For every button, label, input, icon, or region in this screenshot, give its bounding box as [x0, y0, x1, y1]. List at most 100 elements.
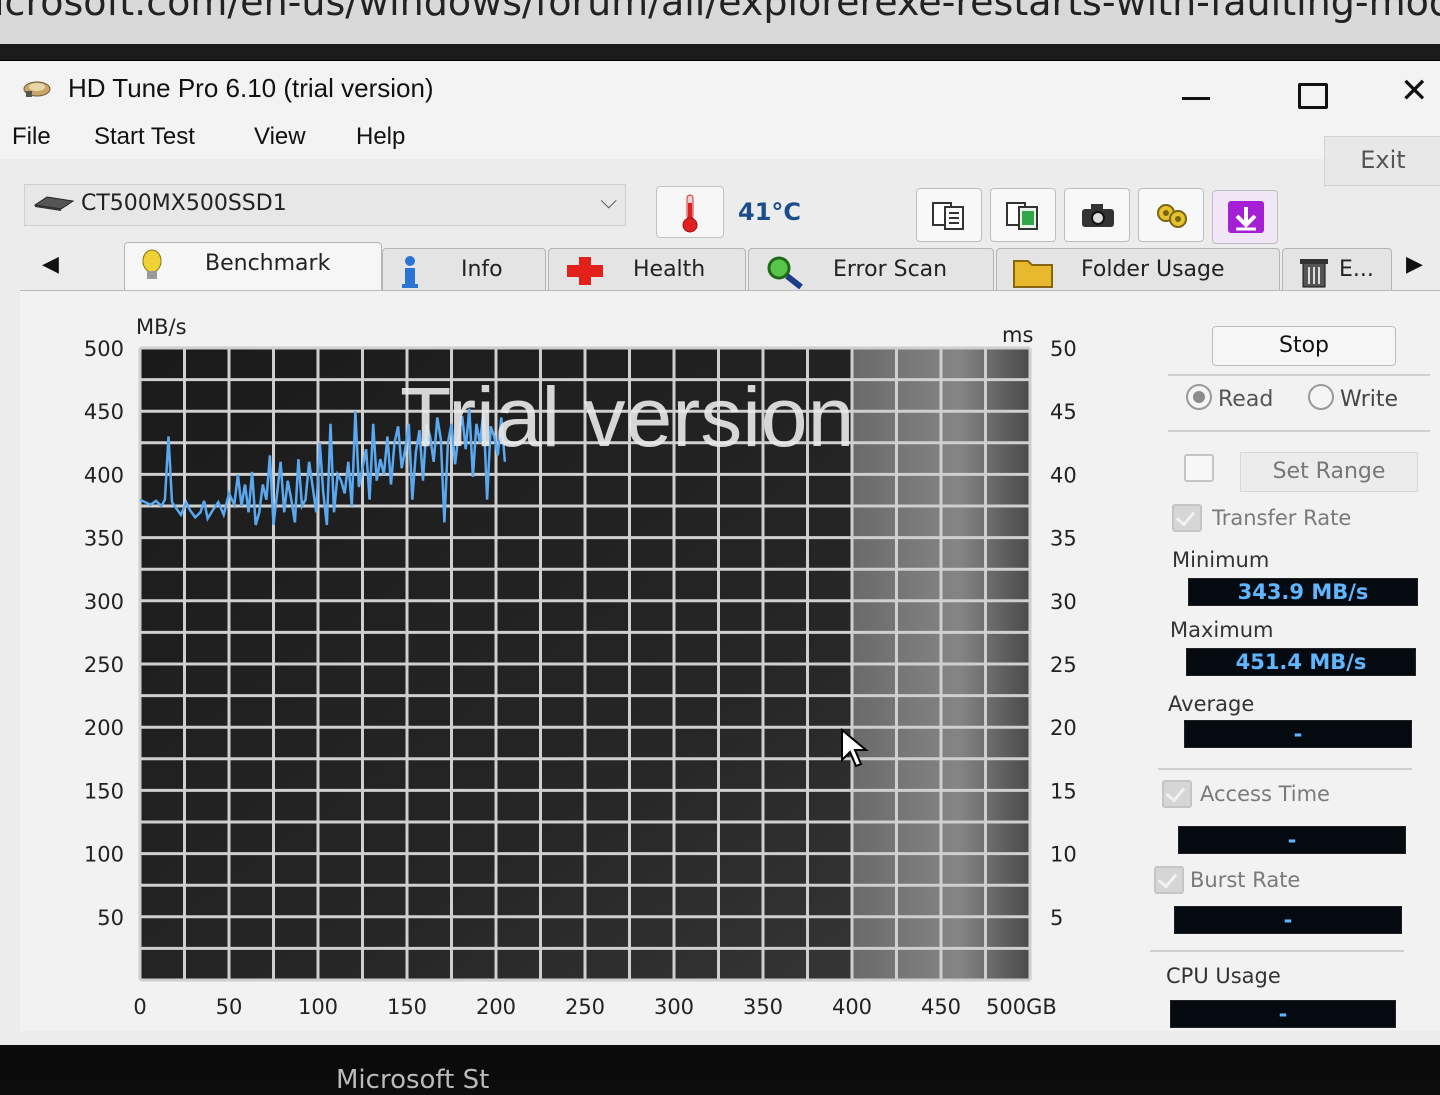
tab-benchmark-label: Benchmark: [205, 251, 331, 276]
maximum-label: Maximum: [1170, 618, 1274, 642]
y-right-tick-label: 50: [1050, 337, 1077, 361]
tab-erase[interactable]: E...: [1282, 248, 1392, 293]
read-radio-label: Read: [1218, 387, 1274, 412]
cpu-usage-value: -: [1170, 1000, 1396, 1028]
x-tick-label: 0: [133, 995, 146, 1019]
divider: [1168, 430, 1430, 432]
y-right-tick-label: 20: [1050, 716, 1077, 740]
copy-screenshot-button[interactable]: [990, 188, 1056, 242]
y-right-tick-label: 40: [1050, 463, 1077, 487]
copy-text-button[interactable]: [916, 188, 982, 242]
menu-view[interactable]: View: [254, 123, 306, 151]
error-scan-icon: [767, 256, 803, 289]
menu-start-test[interactable]: Start Test: [94, 123, 195, 151]
minimum-label: Minimum: [1172, 548, 1270, 572]
desktop-gap: [0, 44, 1440, 60]
info-icon: [402, 256, 418, 288]
divider: [1150, 950, 1404, 952]
set-range-checkbox[interactable]: [1184, 454, 1214, 482]
drive-name: CT500MX500SSD1: [81, 191, 287, 216]
y-tick-label: 500: [84, 337, 124, 361]
copy-screenshot-icon: [1006, 202, 1038, 230]
tab-scroll-left-icon[interactable]: ◀: [42, 252, 59, 277]
y-tick-label: 300: [84, 590, 124, 614]
y-tick-label: 400: [84, 463, 124, 487]
maximize-button[interactable]: [1282, 69, 1342, 113]
y-tick-label: 450: [84, 400, 124, 424]
menu-file[interactable]: File: [12, 123, 51, 151]
y-axis-unit-left: MB/s: [136, 315, 187, 339]
average-label: Average: [1168, 692, 1255, 716]
transfer-rate-chart: Trial version MB/s ms50045040035030025020…: [84, 315, 1077, 1019]
minimum-value: 343.9 MB/s: [1188, 578, 1418, 606]
thermometer-icon: [682, 194, 698, 233]
drive-icon: [33, 196, 75, 211]
drive-select[interactable]: CT500MX500SSD1 ⌵: [24, 184, 626, 226]
mouse-cursor-icon: [841, 728, 869, 768]
tab-benchmark[interactable]: Benchmark: [124, 242, 382, 295]
browser-url-behind: icrosoft.com/en-us/windows/forum/all/exp…: [0, 0, 1440, 44]
x-tick-label: 500GB: [986, 995, 1057, 1019]
y-right-tick-label: 5: [1050, 906, 1063, 930]
minimize-button[interactable]: [1166, 69, 1226, 113]
temperature-button[interactable]: [656, 186, 724, 238]
y-right-tick-label: 25: [1050, 653, 1077, 677]
y-tick-label: 250: [84, 653, 124, 677]
y-right-tick-label: 30: [1050, 590, 1077, 614]
tab-error-scan-label: Error Scan: [833, 257, 948, 282]
tab-info[interactable]: Info: [382, 248, 546, 293]
tab-scroll-right-icon[interactable]: ▶: [1406, 252, 1423, 277]
access-time-checkbox[interactable]: [1162, 780, 1192, 808]
menu-bar: File Start Test View Help: [0, 119, 1440, 159]
tab-folder-usage[interactable]: Folder Usage: [996, 248, 1280, 293]
y-tick-label: 150: [84, 779, 124, 803]
health-icon: [567, 257, 603, 285]
copy-text-icon: [932, 202, 964, 230]
benchmark-icon: [142, 249, 162, 279]
x-tick-label: 100: [298, 995, 338, 1019]
close-button[interactable]: ✕: [1400, 69, 1440, 113]
stop-button[interactable]: Stop: [1212, 326, 1396, 366]
folder-icon: [1013, 260, 1053, 288]
y-axis-unit-right: ms: [1002, 323, 1033, 347]
tab-error-scan[interactable]: Error Scan: [748, 248, 994, 293]
browser-url-text: icrosoft.com/en-us/windows/forum/all/exp…: [0, 0, 1440, 24]
erase-icon: [1300, 259, 1328, 288]
set-range-button[interactable]: Set Range: [1240, 452, 1418, 492]
average-value: -: [1184, 720, 1412, 748]
x-tick-label: 50: [216, 995, 243, 1019]
maximum-value: 451.4 MB/s: [1186, 648, 1416, 676]
menu-help[interactable]: Help: [356, 123, 405, 151]
y-right-tick-label: 35: [1050, 527, 1077, 551]
x-tick-label: 350: [743, 995, 783, 1019]
read-radio-dot[interactable]: [1186, 384, 1212, 410]
exit-button[interactable]: Exit: [1324, 136, 1440, 186]
title-bar[interactable]: HD Tune Pro 6.10 (trial version) ✕: [0, 61, 1440, 119]
y-right-tick-label: 10: [1050, 843, 1077, 867]
tab-health[interactable]: Health: [548, 248, 746, 293]
write-radio-dot[interactable]: [1308, 384, 1334, 410]
cpu-usage-label: CPU Usage: [1166, 964, 1281, 988]
transfer-rate-label: Transfer Rate: [1212, 506, 1352, 530]
y-tick-label: 100: [84, 843, 124, 867]
transfer-rate-checkbox[interactable]: [1172, 504, 1202, 532]
options-icon: [1157, 204, 1187, 228]
burst-rate-label: Burst Rate: [1190, 868, 1301, 892]
y-right-tick-label: 45: [1050, 400, 1077, 424]
window-title: HD Tune Pro 6.10 (trial version): [68, 73, 434, 103]
x-tick-label: 200: [476, 995, 516, 1019]
burst-rate-checkbox[interactable]: [1154, 866, 1184, 894]
trial-watermark: Trial version: [400, 370, 854, 464]
save-icon: [1228, 201, 1264, 233]
tab-health-label: Health: [633, 257, 706, 282]
save-button[interactable]: [1212, 190, 1278, 244]
write-radio[interactable]: Write: [1308, 384, 1398, 412]
read-radio[interactable]: Read: [1186, 384, 1273, 412]
x-tick-label: 400: [832, 995, 872, 1019]
y-tick-label: 50: [97, 906, 124, 930]
x-tick-label: 300: [654, 995, 694, 1019]
chevron-down-icon[interactable]: ⌵: [600, 189, 617, 214]
screenshot-button[interactable]: [1064, 188, 1130, 242]
options-button[interactable]: [1138, 188, 1204, 242]
app-icon: [23, 81, 51, 97]
